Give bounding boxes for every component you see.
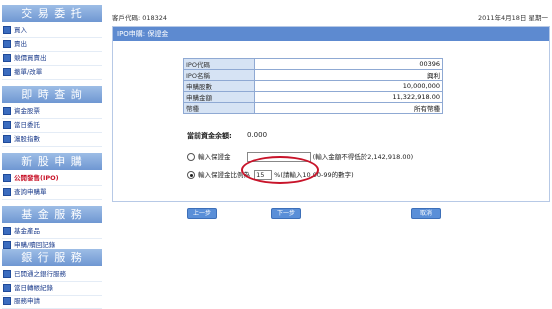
sidebar-item-label: 當日轉帳紀錄 — [14, 284, 53, 292]
square-icon — [3, 134, 11, 143]
sidebar-item-index[interactable]: 滬股指數 — [2, 133, 102, 147]
topbar: 客戶代碼: 018324 2011年4月18日 星期一 — [112, 12, 548, 22]
ratio-radio[interactable] — [187, 171, 195, 179]
sidebar-item-ipo-query[interactable]: 查詢申購單 — [2, 186, 102, 200]
option-ratio-row: 輸入保證金比例為 15 %(請輸入10.00-99的數字) — [187, 169, 354, 180]
square-icon — [3, 53, 11, 62]
sidebar-item-label: 資金股票 — [14, 107, 40, 115]
square-icon — [3, 120, 11, 129]
ratio-hint: %(請輸入10.00-99的數字) — [274, 171, 354, 179]
date-display: 2011年4月18日 星期一 — [477, 14, 548, 22]
table-row: IPO名稱 興利 — [183, 69, 443, 81]
sidebar-item-service-apply[interactable]: 服務申請 — [2, 295, 102, 309]
sidebar-item-auction[interactable]: 競價買賣出 — [2, 52, 102, 66]
square-icon — [3, 226, 11, 235]
amount-hint: (輸入金額不得低於2,142,918.00) — [312, 153, 414, 161]
ratio-radio-label: 輸入保證金比例為 — [198, 171, 250, 179]
sidebar-item-cancel-order[interactable]: 撤單/改單 — [2, 66, 102, 80]
row-value: 10,000,000 — [254, 80, 443, 92]
sidebar-item-funds[interactable]: 資金股票 — [2, 105, 102, 119]
sidebar-item-label: 當日委託 — [14, 121, 40, 129]
sidebar-item-label: 基金產品 — [14, 227, 40, 235]
row-key: 幣種 — [183, 102, 255, 114]
next-button[interactable]: 下一步 — [271, 208, 301, 219]
row-value: 所有幣種 — [254, 102, 443, 114]
row-value: 11,322,918.00 — [254, 91, 443, 103]
sidebar-section-trade: 交 易 委 托 — [2, 5, 102, 22]
ipo-info-table: IPO代碼 00396 IPO名稱 興利 申購股數 10,000,000 申購金額 11… — [183, 58, 443, 114]
sidebar-section-bank: 銀 行 服 務 — [2, 249, 102, 266]
panel-title: IPO申購: 保證金 — [113, 27, 549, 41]
ipo-panel: IPO申購: 保證金 IPO代碼 00396 IPO名稱 興利 申購股數 10,000… — [112, 26, 550, 219]
ratio-input[interactable]: 15 — [254, 170, 273, 180]
sidebar-item-today-orders[interactable]: 當日委託 — [2, 119, 102, 133]
sidebar-item-bank-services[interactable]: 已開通之銀行服務 — [2, 268, 102, 282]
row-key: 申購金額 — [183, 91, 255, 103]
option-amount-row: 輸入保證金 (輸入金額不得低於2,142,918.00) — [187, 151, 413, 162]
sidebar-item-label: 買入 — [14, 26, 27, 34]
balance-value: 0.000 — [247, 131, 268, 139]
sidebar-item-label: 公開發售(IPO) — [14, 174, 59, 182]
square-icon — [3, 67, 11, 76]
sidebar-section-query: 即 時 查 詢 — [2, 86, 102, 103]
sidebar-item-label: 賣出 — [14, 40, 27, 48]
row-value: 興利 — [254, 69, 443, 81]
sidebar-item-label: 查詢申購單 — [14, 188, 47, 196]
sidebar-item-label: 申購/贖回記錄 — [14, 241, 56, 249]
square-icon — [3, 25, 11, 34]
square-icon — [3, 106, 11, 115]
sidebar-item-label: 撤單/改單 — [14, 68, 43, 76]
sidebar-item-fund-products[interactable]: 基金產品 — [2, 225, 102, 239]
sidebar-item-ipo[interactable]: 公開發售(IPO) — [2, 172, 102, 186]
row-value: 00396 — [254, 58, 443, 70]
sidebar-item-transfer-records[interactable]: 當日轉帳紀錄 — [2, 282, 102, 296]
sidebar-item-buy[interactable]: 買入 — [2, 24, 102, 38]
amount-input[interactable] — [246, 152, 311, 162]
row-key: IPO名稱 — [183, 69, 255, 81]
square-icon — [3, 296, 11, 305]
square-icon — [3, 283, 11, 292]
amount-radio[interactable] — [187, 153, 195, 161]
table-row: 幣種 所有幣種 — [183, 102, 443, 114]
sidebar: 交 易 委 托 買入 賣出 競價買賣出 撤單/改單 即 時 查 詢 資金股票 當… — [0, 0, 104, 309]
square-icon — [3, 187, 11, 196]
square-icon — [3, 240, 11, 249]
sidebar-item-sell[interactable]: 賣出 — [2, 38, 102, 52]
sidebar-item-label: 服務申請 — [14, 297, 40, 305]
square-icon — [3, 39, 11, 48]
account-code: 客戶代碼: 018324 — [112, 14, 168, 22]
square-icon — [3, 269, 11, 278]
table-row: 申購金額 11,322,918.00 — [183, 91, 443, 103]
sidebar-item-label: 競價買賣出 — [14, 54, 47, 62]
square-icon — [3, 173, 11, 182]
cancel-button[interactable]: 取消 — [411, 208, 441, 219]
row-key: IPO代碼 — [183, 58, 255, 70]
sidebar-item-label: 滬股指數 — [14, 135, 40, 143]
amount-radio-label: 輸入保證金 — [198, 153, 231, 161]
table-row: IPO代碼 00396 — [183, 58, 443, 70]
prev-button[interactable]: 上一步 — [187, 208, 217, 219]
row-key: 申購股數 — [183, 80, 255, 92]
balance-row: 當前資金余額: 0.000 — [187, 131, 267, 141]
sidebar-section-fund: 基 金 服 務 — [2, 206, 102, 223]
balance-label: 當前資金余額: — [187, 132, 232, 140]
sidebar-item-label: 已開通之銀行服務 — [14, 270, 66, 278]
sidebar-section-ipo: 新 股 申 購 — [2, 153, 102, 170]
table-row: 申購股數 10,000,000 — [183, 80, 443, 92]
